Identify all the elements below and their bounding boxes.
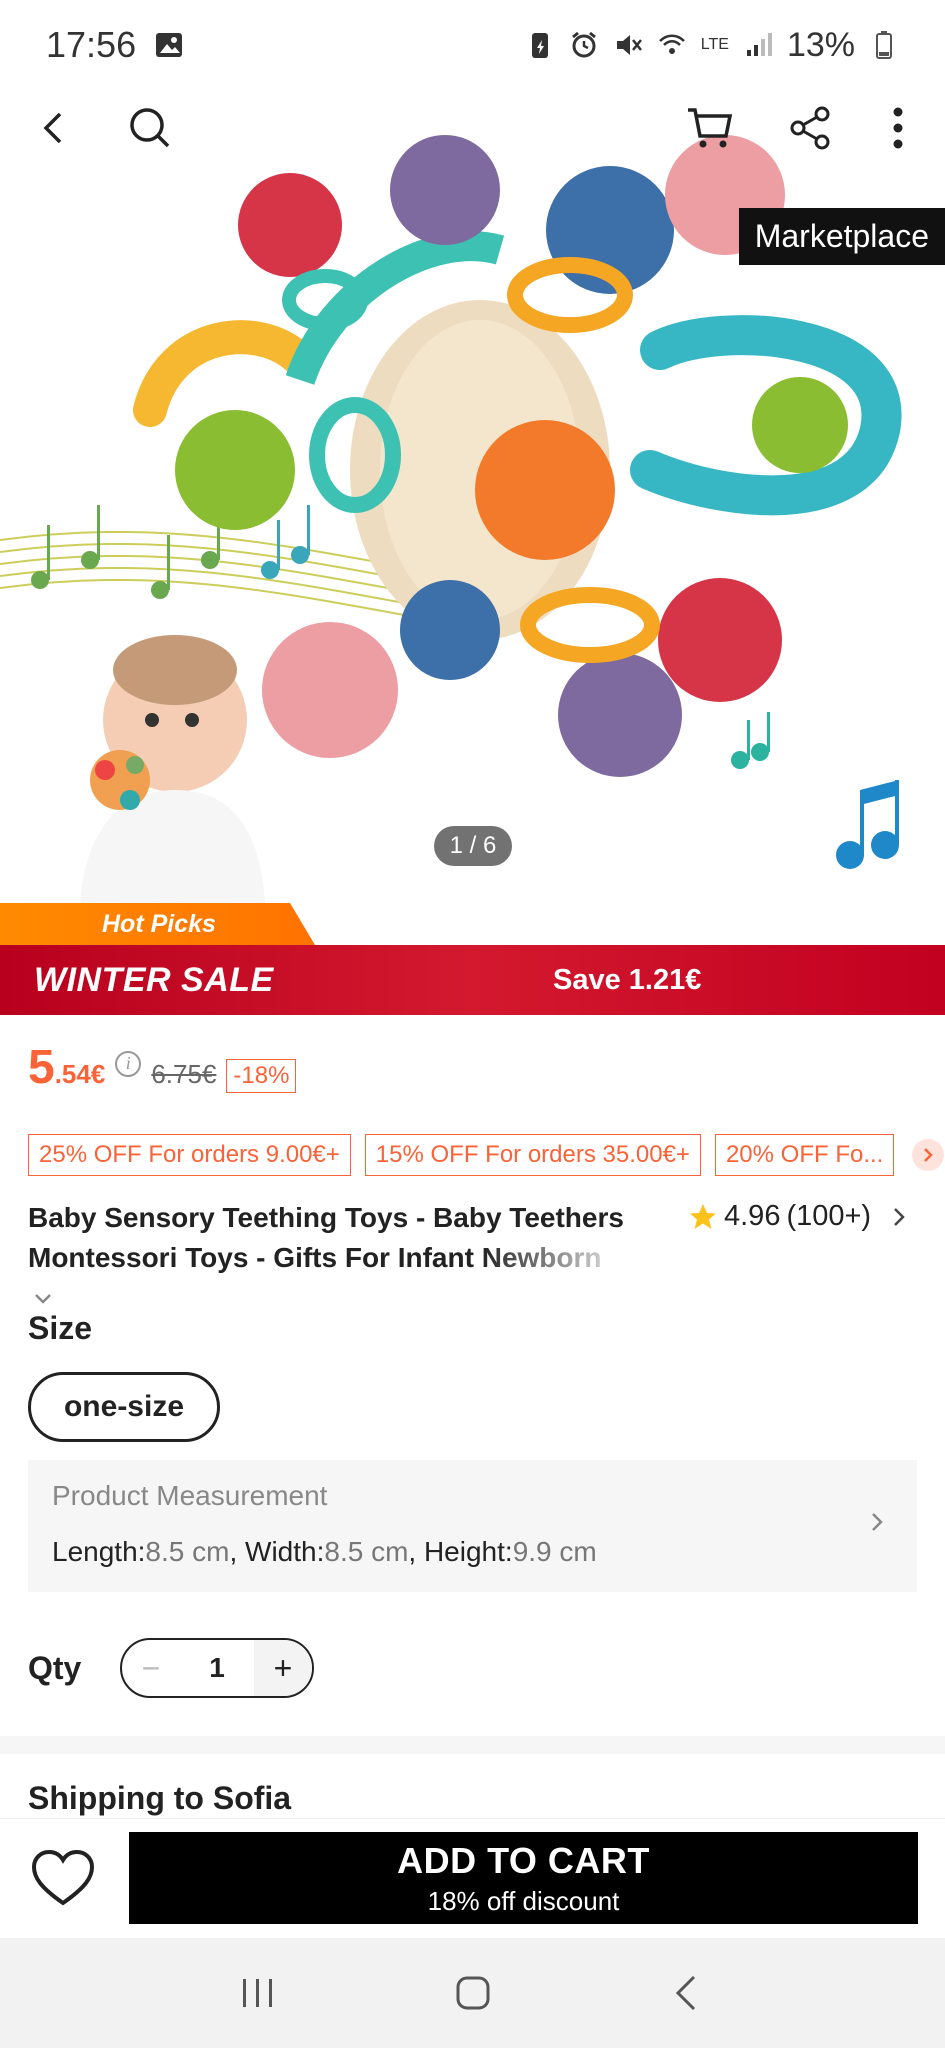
section-divider (0, 1736, 945, 1754)
chevron-down-icon (35, 1294, 51, 1304)
rating-value: 4.96 (724, 1200, 781, 1232)
quantity-stepper: − 1 + (120, 1638, 314, 1698)
battery-saver-icon (531, 33, 548, 58)
measurement-heading: Product Measurement (52, 1480, 328, 1511)
back-button[interactable] (24, 98, 84, 158)
battery-icon (876, 31, 892, 59)
discount-note: 18% off discount (427, 1885, 620, 1916)
chevron-left-icon (43, 112, 62, 144)
system-navigation-bar (0, 1938, 945, 2048)
product-title-line2: Montessori Toys - Gifts For Infant (28, 1242, 482, 1273)
size-option[interactable]: one-size (28, 1372, 220, 1442)
chevron-right-icon (872, 1513, 883, 1531)
width-label: , Width: (229, 1536, 325, 1567)
banner-title: WINTER SALE (34, 960, 274, 999)
home-icon[interactable] (453, 1973, 493, 2013)
rating-summary[interactable]: 4.96 (100+) (688, 1200, 907, 1233)
search-icon (130, 108, 170, 148)
status-time: 17:56 (46, 24, 137, 65)
add-to-cart-label: ADD TO CART (397, 1839, 650, 1881)
wishlist-button[interactable] (30, 1849, 96, 1909)
length-value: 8.5 cm (145, 1536, 230, 1567)
price-cents: .54€ (54, 1059, 106, 1089)
top-navigation (0, 90, 945, 162)
coupon-list: 25% OFF For orders 9.00€+ 15% OFF For or… (28, 1134, 945, 1176)
add-to-cart-button[interactable]: ADD TO CART 18% off discount (129, 1832, 918, 1924)
coupon-item[interactable]: 20% OFF Fo... (714, 1134, 895, 1176)
battery-percent: 13% (786, 25, 855, 64)
qty-increase-button[interactable]: + (254, 1640, 312, 1696)
qty-decrease-button[interactable]: − (122, 1650, 180, 1687)
shipping-title[interactable]: Shipping to Sofia (28, 1780, 291, 1817)
image-pager: 1 / 6 (434, 826, 512, 866)
height-value: 9.9 cm (512, 1536, 597, 1567)
size-label: Size (28, 1310, 93, 1346)
marketplace-badge: Marketplace (738, 208, 945, 265)
product-title-line1: Baby Sensory Teething Toys - Baby Teethe… (28, 1202, 624, 1233)
alarm-icon (571, 31, 596, 58)
discount-badge: -18% (226, 1059, 297, 1093)
cart-button[interactable] (680, 98, 740, 158)
qty-value[interactable]: 1 (180, 1652, 254, 1684)
hot-picks-tag: Hot Picks (0, 903, 315, 945)
mute-icon (616, 35, 642, 55)
product-title[interactable]: Baby Sensory Teething Toys - Baby Teethe… (28, 1198, 628, 1318)
info-icon[interactable]: i (115, 1050, 142, 1077)
more-button[interactable] (868, 98, 928, 158)
network-type: LTE (700, 36, 729, 53)
heart-icon (31, 1849, 95, 1906)
width-value: 8.5 cm (324, 1536, 409, 1567)
coupon-item[interactable]: 15% OFF For orders 35.00€+ (364, 1134, 701, 1176)
length-label: Length: (52, 1536, 146, 1567)
status-bar: 17:56 LTE 13% (0, 0, 945, 90)
gallery-icon (156, 33, 183, 57)
height-label: , Height: (408, 1536, 513, 1567)
star-icon (690, 1203, 716, 1229)
qty-label: Qty (28, 1650, 82, 1686)
price-row: 5 .54€ i 6.75€ -18% (28, 1040, 297, 1100)
chevron-right-icon (924, 1148, 934, 1162)
winter-sale-banner[interactable]: WINTER SALE Save 1.21€ (0, 945, 945, 1015)
product-measurement[interactable]: Product Measurement Length:8.5 cm, Width… (28, 1460, 917, 1592)
original-price: 6.75€ (151, 1059, 217, 1089)
wifi-icon (658, 34, 685, 54)
recent-apps-icon[interactable] (238, 1973, 278, 2013)
share-icon (790, 106, 830, 150)
coupon-more-button[interactable] (912, 1139, 945, 1171)
bottom-action-bar: ADD TO CART 18% off discount (0, 1818, 945, 1938)
measurement-values: Length:8.5 cm, Width:8.5 cm, Height:9.9 … (52, 1536, 597, 1568)
signal-icon (746, 33, 772, 56)
search-button[interactable] (120, 98, 180, 158)
back-nav-icon[interactable] (668, 1973, 708, 2013)
product-title-fade: Newborn (481, 1242, 602, 1273)
coupon-item[interactable]: 25% OFF For orders 9.00€+ (28, 1134, 351, 1176)
cart-icon (688, 108, 733, 148)
more-vertical-icon (893, 107, 903, 149)
share-button[interactable] (780, 98, 840, 158)
chevron-right-icon (894, 1207, 905, 1226)
price-main: 5 (28, 1041, 55, 1094)
banner-save: Save 1.21€ (553, 963, 702, 996)
review-count: (100+) (786, 1200, 872, 1232)
